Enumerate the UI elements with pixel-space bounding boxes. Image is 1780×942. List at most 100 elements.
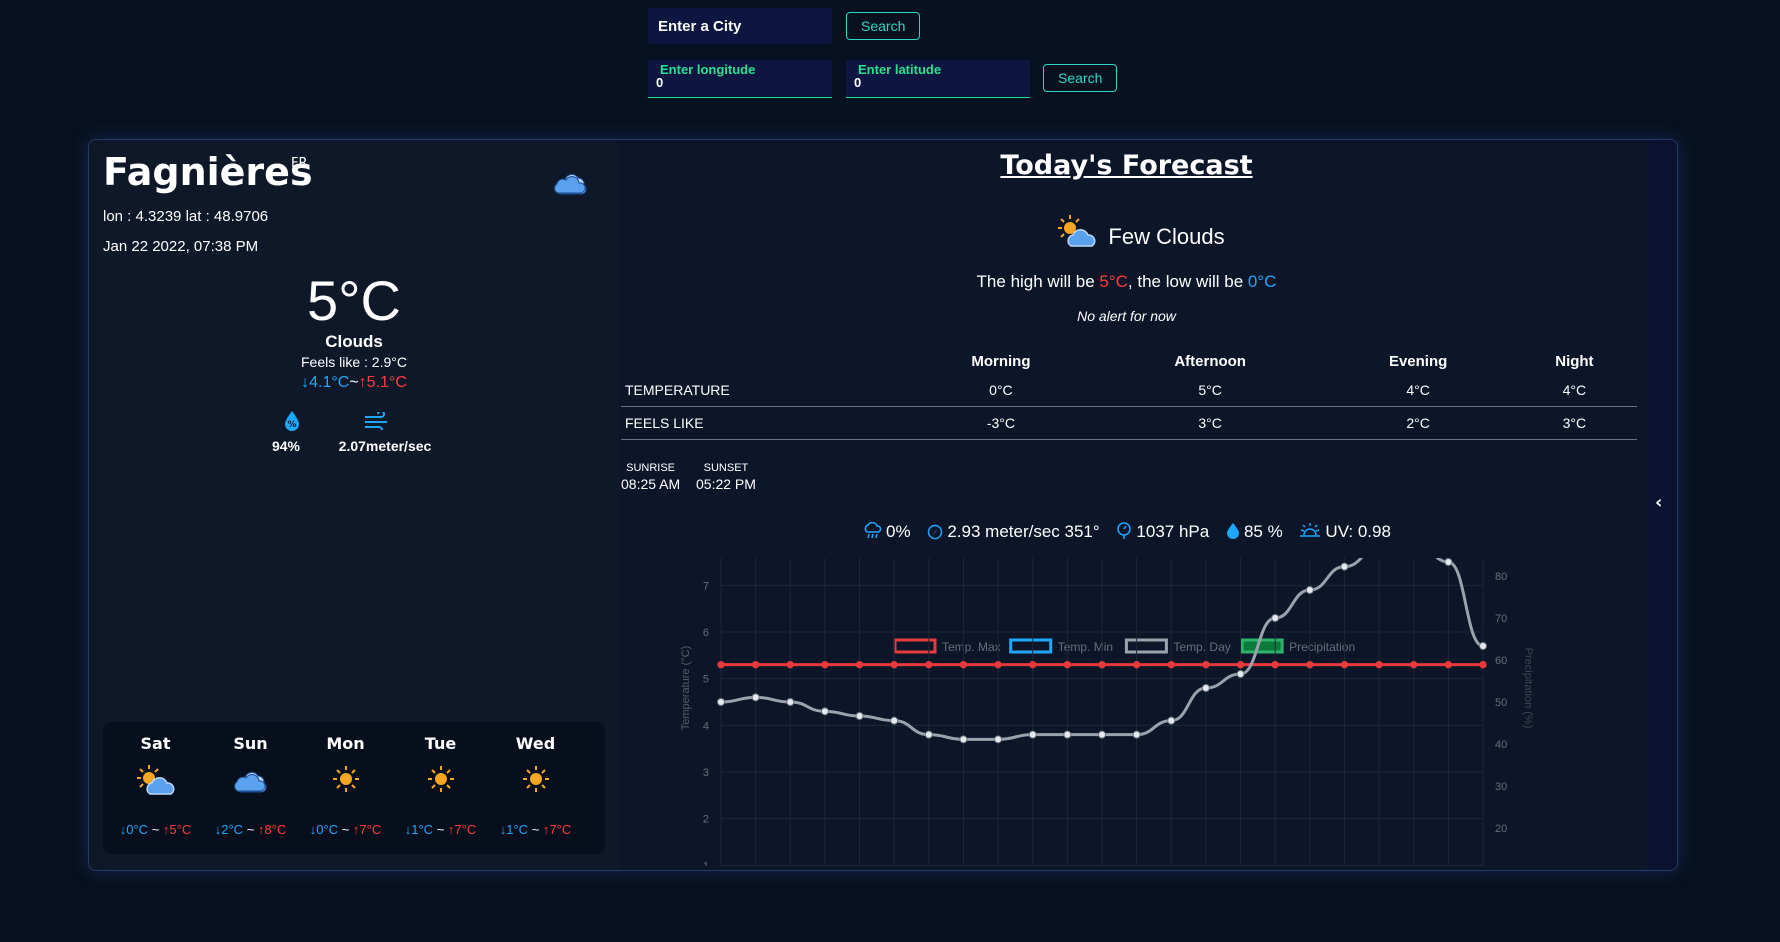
y2-tick-label: 50 [1495,697,1507,709]
legend-label: Temp. Max [942,640,1001,654]
column-header: Morning [971,352,1031,370]
y-axis-title: Temperature (°C) [680,646,692,730]
forecast-title: Today's Forecast [1000,150,1253,181]
legend-label: Temp. Min [1058,640,1113,654]
day-max: ↑5°C [162,822,192,837]
data-point [1098,660,1106,669]
table-cell: 4°C [1324,374,1512,407]
high-prefix: The high will be [976,272,1100,291]
data-point [1305,586,1314,594]
row-label: TEMPERATURE [621,374,906,407]
day-max: ↑7°C [352,822,382,837]
sunset-time: 05:22 PM [696,476,756,492]
day-min: ↓1°C [499,822,529,837]
data-point [1098,730,1106,739]
temp-min: ↓4.1°C [301,374,350,391]
compass-icon [928,524,943,540]
temp-max: ↑5.1°C [358,374,407,391]
y-tick-label: 2 [703,814,709,826]
table-cell: 4°C [1511,374,1637,407]
chevron-left-icon[interactable]: ‹ [1655,492,1662,513]
current-condition: Clouds [325,332,383,351]
sun-icon [488,764,583,798]
data-point [959,735,968,744]
longitude-field[interactable]: Enter longitude 0 [648,60,832,98]
data-point [786,660,794,669]
data-point [890,716,899,725]
legend-swatch [1009,638,1053,654]
data-point [1479,642,1487,650]
table-cell: 3°C [1095,406,1325,440]
weekly-forecast: Sat ↓0°C ~ ↑5°C Sun ↓2°C ~ ↑8°C Mon ↓0°C… [103,722,605,854]
day-range: ↓0°C ~ ↑5°C [119,822,192,837]
sunrise: SUNRISE 08:25 AM [621,462,680,492]
coord-search-button[interactable]: Search [1043,64,1118,92]
data-point [1340,562,1349,571]
feels-like: Feels like : 2.9°C [301,354,407,370]
row-label: FEELS LIKE [621,406,906,440]
day-max: ↑7°C [447,822,477,837]
data-point [1375,660,1383,669]
precipitation-value: 0% [886,522,911,541]
precipitation-stat: 0% [862,521,911,542]
uv-sun-icon [1300,523,1321,537]
current-temperature: 5°C [307,269,401,332]
day-min: ↓2°C [214,822,244,837]
wind-stat: 2.93 meter/sec 351° [927,522,1100,542]
longitude-value[interactable]: 0 [656,75,663,90]
data-point [717,698,725,706]
sunset-label: SUNSET [703,462,749,474]
data-point [1063,660,1072,669]
today-condition: Few Clouds [1108,224,1225,249]
sun-icon [393,764,488,798]
day-range: ↓0°C ~ ↑7°C [309,822,382,837]
y-tick-label: 4 [703,720,709,732]
humidity-stat: 85 % [1226,522,1283,542]
data-point [786,698,795,706]
city-input[interactable] [648,8,832,44]
sunset: SUNSET 05:22 PM [696,462,756,492]
sun-cloud-icon [108,764,203,802]
hourly-chart: Temp. Max Temp. Min Temp. Day Precipitation… [680,558,1534,866]
data-point [717,660,725,669]
day-range: ↓1°C ~ ↑7°C [404,822,477,837]
pressure-icon [1117,522,1132,539]
data-point [1132,730,1141,739]
day-name: Tue [424,734,457,753]
uv-value: UV: 0.98 [1325,522,1391,541]
data-point [1271,614,1280,622]
y-tick-label: 3 [703,767,709,779]
data-point [1202,660,1210,669]
data-point [1340,660,1349,669]
latitude-value[interactable]: 0 [854,75,861,90]
day-min: ↓1°C [404,822,434,837]
day-name: Sun [233,734,268,753]
pressure-value: 1037 hPa [1136,522,1210,541]
day-range: ↓1°C ~ ↑7°C [499,822,572,837]
y2-tick-label: 40 [1495,739,1507,751]
data-point [924,730,933,739]
table-cell: 2°C [1324,406,1512,440]
latitude-field[interactable]: Enter latitude 0 [846,60,1030,98]
city-name: Fagnières [103,150,313,194]
coordinates: lon : 4.3239 lat : 48.9706 [103,208,269,225]
day-min: ↓0°C [309,822,339,837]
data-point [1236,660,1245,669]
alert-message: No alert for now [1077,308,1176,324]
table-cell: -3°C [906,406,1096,440]
uv-stat: UV: 0.98 [1299,522,1391,542]
data-point [821,660,829,669]
table-cell: 5°C [1095,374,1325,407]
data-point [1444,558,1453,566]
high-low-summary: The high will be 5°C, the low will be 0°… [619,272,1634,292]
wind-icon [363,410,391,434]
city-search-button[interactable]: Search [846,12,921,40]
today-stats: 0% 2.93 meter/sec 351° 1037 hPa 85 % UV:… [619,521,1634,542]
temp-range: ↓4.1°C~↑5.1°C [89,374,619,392]
day-max: ↑7°C [542,822,572,837]
legend-label: Temp. Day [1173,640,1230,654]
side-panel-toggle[interactable]: ‹ [1647,140,1677,870]
data-point [994,660,1002,669]
longitude-label: Enter longitude [660,62,756,77]
table-row: FEELS LIKE -3°C 3°C 2°C 3°C [621,406,1637,440]
